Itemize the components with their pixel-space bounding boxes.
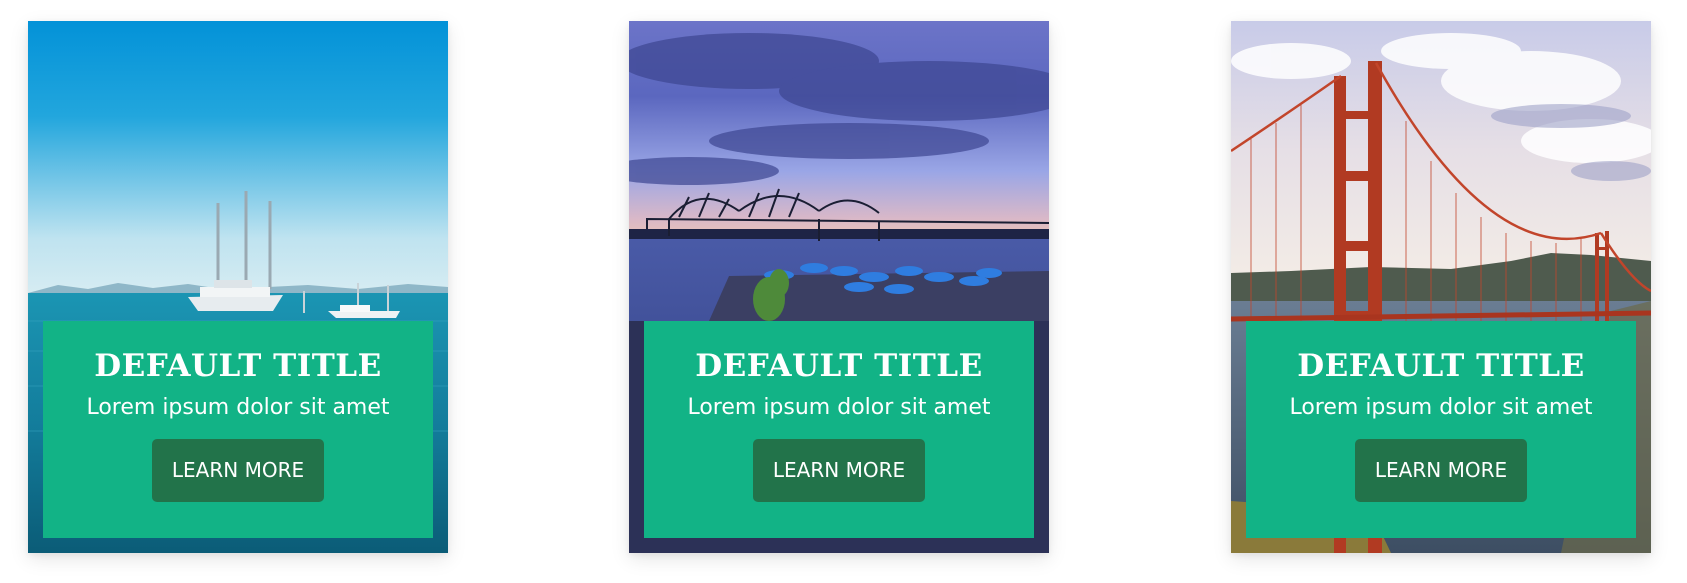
card-overlay: DEFAULT TITLE Lorem ipsum dolor sit amet… xyxy=(1246,321,1636,538)
card-title: DEFAULT TITLE xyxy=(94,348,382,384)
card-bridge-dusk: DEFAULT TITLE Lorem ipsum dolor sit amet… xyxy=(629,21,1049,553)
learn-more-button[interactable]: LEARN MORE xyxy=(1355,439,1527,502)
card-sailing: DEFAULT TITLE Lorem ipsum dolor sit amet… xyxy=(28,21,448,553)
card-text: Lorem ipsum dolor sit amet xyxy=(1289,395,1593,420)
card-title: DEFAULT TITLE xyxy=(695,348,983,384)
card-gallery: DEFAULT TITLE Lorem ipsum dolor sit amet… xyxy=(0,0,1687,583)
learn-more-button[interactable]: LEARN MORE xyxy=(753,439,925,502)
card-title: DEFAULT TITLE xyxy=(1297,348,1585,384)
card-overlay: DEFAULT TITLE Lorem ipsum dolor sit amet… xyxy=(43,321,433,538)
card-text: Lorem ipsum dolor sit amet xyxy=(86,395,390,420)
card-text: Lorem ipsum dolor sit amet xyxy=(687,395,991,420)
learn-more-button[interactable]: LEARN MORE xyxy=(152,439,324,502)
card-overlay: DEFAULT TITLE Lorem ipsum dolor sit amet… xyxy=(644,321,1034,538)
card-golden-gate: DEFAULT TITLE Lorem ipsum dolor sit amet… xyxy=(1231,21,1651,553)
